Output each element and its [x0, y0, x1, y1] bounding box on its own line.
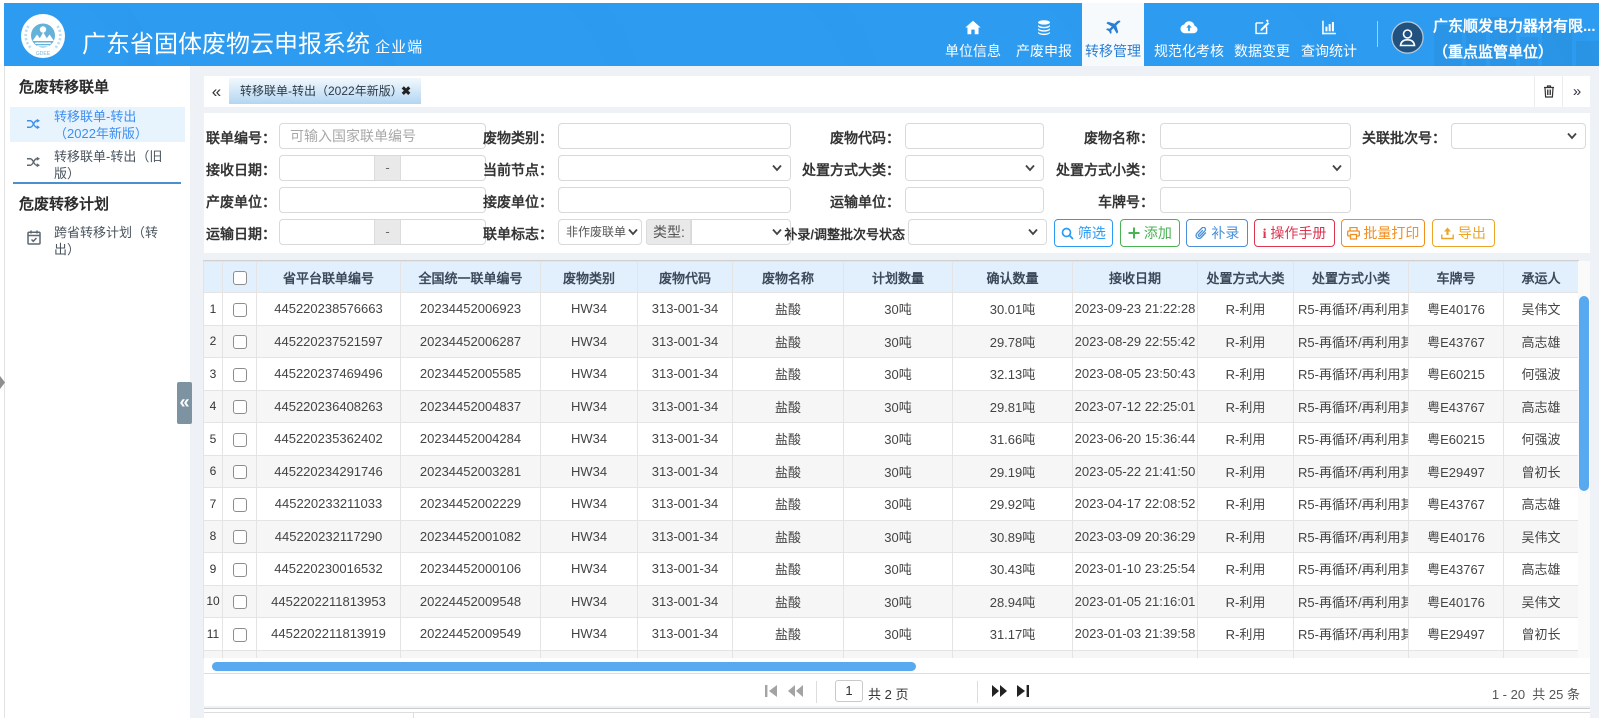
svg-text:GDEE: GDEE [36, 51, 51, 57]
